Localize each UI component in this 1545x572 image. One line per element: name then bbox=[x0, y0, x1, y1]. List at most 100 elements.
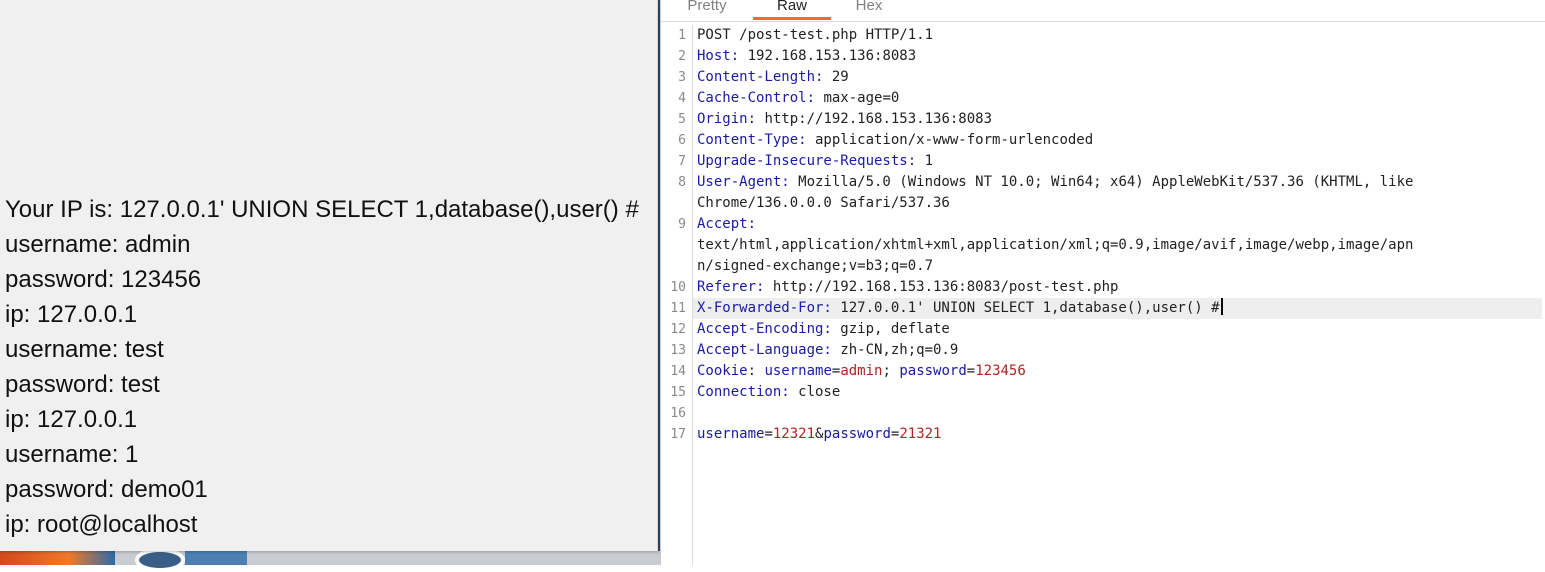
output-line: Your IP is: 127.0.0.1' UNION SELECT 1,da… bbox=[5, 196, 639, 223]
header-user-agent-wrap[interactable]: Chrome/136.0.0.0 Safari/537.36 bbox=[697, 193, 1545, 214]
header-content-length[interactable]: Content-Length: 29 bbox=[697, 67, 1545, 88]
line-number: 15 bbox=[670, 385, 686, 400]
line-number: 9 bbox=[678, 217, 686, 232]
header-accept-language[interactable]: Accept-Language: zh-CN,zh;q=0.9 bbox=[697, 340, 1545, 361]
header-referer[interactable]: Referer: http://192.168.153.136:8083/pos… bbox=[697, 277, 1545, 298]
header-key: X-Forwarded-For: bbox=[697, 300, 832, 316]
header-value: zh-CN,zh;q=0.9 bbox=[831, 342, 959, 358]
line-number: 2 bbox=[678, 49, 686, 64]
header-key: Host: bbox=[697, 48, 740, 64]
header-key: Cookie: bbox=[697, 363, 757, 379]
header-value: Chrome/136.0.0.0 Safari/537.36 bbox=[697, 195, 950, 211]
output-line: username: admin bbox=[5, 231, 191, 258]
header-accept[interactable]: Accept: bbox=[697, 214, 1545, 235]
browser-window: Your IP is: 127.0.0.1' UNION SELECT 1,da… bbox=[0, 0, 660, 572]
header-accept-encoding[interactable]: Accept-Encoding: gzip, deflate bbox=[697, 319, 1545, 340]
equals-sign: = bbox=[966, 363, 976, 379]
cookie-separator: ; bbox=[882, 363, 900, 379]
header-user-agent[interactable]: User-Agent: Mozilla/5.0 (Windows NT 10.0… bbox=[697, 172, 1545, 193]
app-icon[interactable] bbox=[135, 548, 185, 572]
text-cursor bbox=[1220, 298, 1223, 315]
header-cache-control[interactable]: Cache-Control: max-age=0 bbox=[697, 88, 1545, 109]
header-value: n/signed-exchange;v=b3;q=0.7 bbox=[697, 258, 934, 274]
line-number: 3 bbox=[678, 70, 686, 85]
header-key: Origin: bbox=[697, 111, 757, 127]
header-key: Cache-Control: bbox=[697, 90, 816, 106]
header-host[interactable]: Host: 192.168.153.136:8083 bbox=[697, 46, 1545, 67]
output-line: ip: 127.0.0.1 bbox=[5, 301, 138, 328]
body-param-value: 12321 bbox=[772, 426, 816, 442]
line-number: 4 bbox=[678, 91, 686, 106]
page-output: Your IP is: 127.0.0.1' UNION SELECT 1,da… bbox=[0, 0, 658, 551]
line-number: 11 bbox=[670, 301, 686, 316]
header-connection[interactable]: Connection: close bbox=[697, 382, 1545, 403]
header-key: User-Agent: bbox=[697, 174, 790, 190]
cookie-param-name: password bbox=[899, 363, 967, 379]
header-value: close bbox=[789, 384, 841, 400]
header-accept-wrap[interactable]: text/html,application/xhtml+xml,applicat… bbox=[697, 235, 1545, 256]
header-key: Content-Length: bbox=[697, 69, 824, 85]
header-value: Mozilla/5.0 (Windows NT 10.0; Win64; x64… bbox=[789, 174, 1414, 190]
line-number: 17 bbox=[670, 427, 686, 442]
header-cookie[interactable]: Cookie: username=admin; password=123456 bbox=[697, 361, 1545, 382]
output-line: password: test bbox=[5, 371, 160, 398]
header-x-forwarded-for[interactable]: X-Forwarded-For: 127.0.0.1' UNION SELECT… bbox=[693, 298, 1542, 319]
line-number: 1 bbox=[678, 28, 686, 43]
header-content-type[interactable]: Content-Type: application/x-www-form-url… bbox=[697, 130, 1545, 151]
view-tab-bar: Pretty Raw Hex bbox=[661, 0, 1545, 22]
output-line: username: test bbox=[5, 336, 164, 363]
tab-pretty[interactable]: Pretty bbox=[681, 0, 733, 20]
header-key: Accept-Language: bbox=[697, 342, 832, 358]
app-icon[interactable] bbox=[0, 551, 115, 565]
output-line: ip: 127.0.0.1 bbox=[5, 406, 138, 433]
request-line-text: POST /post-test.php HTTP/1.1 bbox=[697, 27, 934, 43]
header-key: Upgrade-Insecure-Requests: bbox=[697, 153, 917, 169]
output-line: password: 123456 bbox=[5, 266, 202, 293]
tab-hex[interactable]: Hex bbox=[846, 0, 892, 20]
header-key: Connection: bbox=[697, 384, 790, 400]
body-param-name: username bbox=[697, 426, 765, 442]
output-line: username: 1 bbox=[5, 441, 139, 468]
header-key: Accept: bbox=[697, 216, 757, 232]
tab-raw[interactable]: Raw bbox=[753, 0, 831, 20]
line-number: 16 bbox=[670, 406, 686, 421]
line-number: 14 bbox=[670, 364, 686, 379]
request-body[interactable]: username=12321&password=21321 bbox=[697, 424, 1545, 445]
app-icon[interactable] bbox=[185, 551, 247, 565]
cookie-param-name: username bbox=[764, 363, 832, 379]
header-key: Accept-Encoding: bbox=[697, 321, 832, 337]
output-line: password: demo01 bbox=[5, 476, 208, 503]
header-origin[interactable]: Origin: http://192.168.153.136:8083 bbox=[697, 109, 1545, 130]
line-number: 6 bbox=[678, 133, 686, 148]
line-number: 10 bbox=[670, 280, 686, 295]
header-value: gzip, deflate bbox=[831, 321, 950, 337]
header-value: http://192.168.153.136:8083 bbox=[756, 111, 993, 127]
line-number-gutter: 1 2 3 4 5 6 7 8 9 10 11 12 13 14 15 16 1… bbox=[661, 25, 693, 565]
raw-request-text[interactable]: POST /post-test.php HTTP/1.1 Host: 192.1… bbox=[693, 25, 1545, 565]
body-param-name: password bbox=[823, 426, 891, 442]
output-list: Your IP is: 127.0.0.1' UNION SELECT 1,da… bbox=[5, 192, 639, 542]
header-value: 1 bbox=[916, 153, 934, 169]
header-value: 192.168.153.136:8083 bbox=[739, 48, 917, 64]
cookie-param-value: admin bbox=[840, 363, 883, 379]
line-number: 12 bbox=[670, 322, 686, 337]
equals-sign: = bbox=[764, 426, 773, 442]
cookie-param-value: 123456 bbox=[975, 363, 1026, 379]
header-upgrade-insecure-requests[interactable]: Upgrade-Insecure-Requests: 1 bbox=[697, 151, 1545, 172]
request-editor: Pretty Raw Hex 1 2 3 4 5 6 7 8 9 10 11 1… bbox=[660, 0, 1545, 565]
line-number: 13 bbox=[670, 343, 686, 358]
output-line: ip: root@localhost bbox=[5, 511, 198, 538]
line-number: 8 bbox=[678, 175, 686, 190]
request-line[interactable]: POST /post-test.php HTTP/1.1 bbox=[697, 25, 1545, 46]
header-value: http://192.168.153.136:8083/post-test.ph… bbox=[764, 279, 1119, 295]
header-value: max-age=0 bbox=[815, 90, 900, 106]
header-accept-wrap[interactable]: n/signed-exchange;v=b3;q=0.7 bbox=[697, 256, 1545, 277]
line-number: 7 bbox=[678, 154, 686, 169]
header-value: 127.0.0.1' UNION SELECT 1,database(),use… bbox=[831, 300, 1220, 316]
line-number: 5 bbox=[678, 112, 686, 127]
body-param-value: 21321 bbox=[899, 426, 942, 442]
blank-line[interactable] bbox=[697, 403, 1545, 424]
header-key: Referer: bbox=[697, 279, 765, 295]
header-value: 29 bbox=[823, 69, 849, 85]
header-key: Content-Type: bbox=[697, 132, 807, 148]
